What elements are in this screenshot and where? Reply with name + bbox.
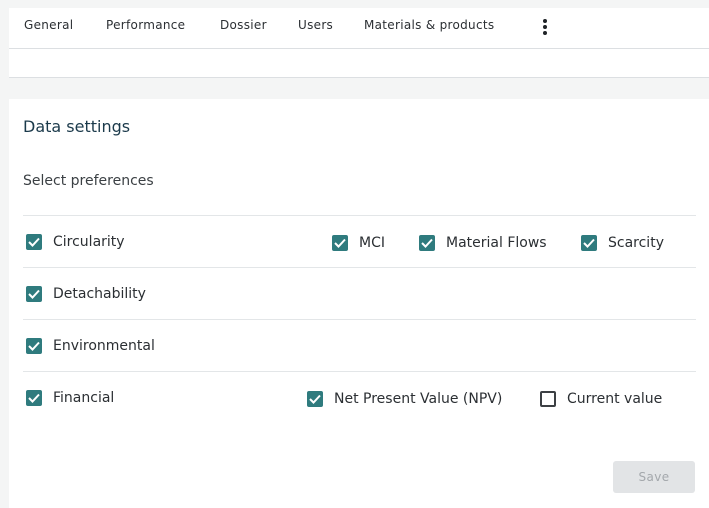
card-title: Data settings <box>23 117 131 136</box>
checkbox-label: Environmental <box>53 338 155 354</box>
checkbox-net-present-value[interactable]: Net Present Value (NPV) <box>307 391 502 407</box>
row-divider <box>23 267 696 268</box>
checkbox-unchecked-icon <box>540 391 556 407</box>
tab-dossier[interactable]: Dossier <box>220 18 267 32</box>
tab-performance[interactable]: Performance <box>106 18 185 32</box>
row-divider <box>23 215 696 216</box>
vertical-ellipsis-icon[interactable] <box>537 18 553 38</box>
card-subtitle: Select preferences <box>23 173 154 189</box>
checkbox-checked-icon <box>26 338 42 354</box>
tab-general[interactable]: General <box>24 18 73 32</box>
checkbox-label: Scarcity <box>608 235 664 251</box>
checkbox-checked-icon <box>332 235 348 251</box>
checkbox-label: Net Present Value (NPV) <box>334 391 503 407</box>
checkbox-mci[interactable]: MCI <box>332 235 385 251</box>
checkbox-financial[interactable]: Financial <box>26 390 114 406</box>
checkbox-current-value[interactable]: Current value <box>540 391 662 407</box>
data-settings-card: Data settings Select preferences Circula… <box>9 99 709 508</box>
checkbox-environmental[interactable]: Environmental <box>26 338 155 354</box>
checkbox-checked-icon <box>419 235 435 251</box>
tab-users[interactable]: Users <box>298 18 333 32</box>
top-nav-card: General Performance Dossier Users Materi… <box>9 8 709 78</box>
divider <box>9 77 709 78</box>
row-divider <box>23 319 696 320</box>
checkbox-checked-icon <box>307 391 323 407</box>
checkbox-label: Financial <box>53 390 115 406</box>
save-button[interactable]: Save <box>613 461 695 493</box>
checkbox-material-flows[interactable]: Material Flows <box>419 235 547 251</box>
checkbox-checked-icon <box>581 235 597 251</box>
checkbox-checked-icon <box>26 286 42 302</box>
tab-bar: General Performance Dossier Users Materi… <box>9 8 709 49</box>
tab-materials-products[interactable]: Materials & products <box>364 18 494 32</box>
checkbox-checked-icon <box>26 390 42 406</box>
checkbox-scarcity[interactable]: Scarcity <box>581 235 664 251</box>
checkbox-label: MCI <box>359 235 385 251</box>
checkbox-circularity[interactable]: Circularity <box>26 234 125 250</box>
checkbox-label: Current value <box>567 391 663 407</box>
checkbox-label: Detachability <box>53 286 146 302</box>
checkbox-label: Circularity <box>53 234 125 250</box>
checkbox-detachability[interactable]: Detachability <box>26 286 146 302</box>
checkbox-checked-icon <box>26 234 42 250</box>
checkbox-label: Material Flows <box>446 235 547 251</box>
row-divider <box>23 371 696 372</box>
